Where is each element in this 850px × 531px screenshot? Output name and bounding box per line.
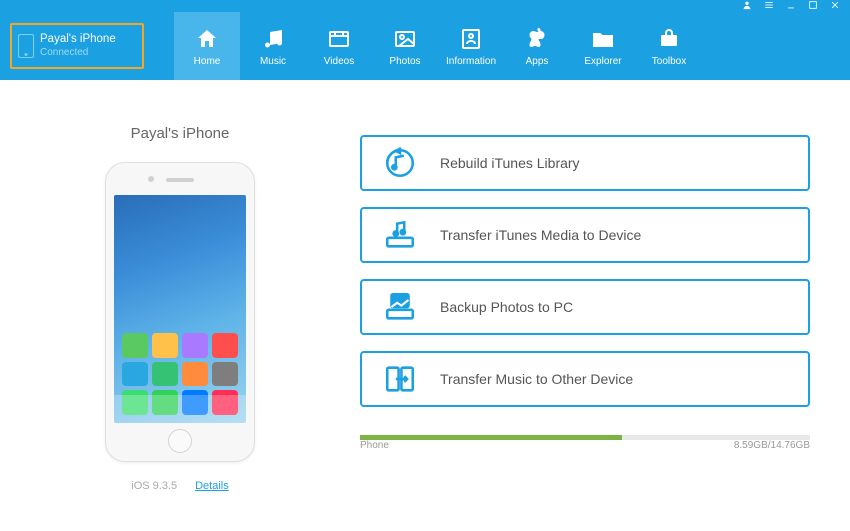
storage-values: 8.59GB/14.76GB xyxy=(734,440,810,451)
app-icon xyxy=(212,333,238,358)
nav-home[interactable]: Home xyxy=(174,12,240,80)
app-icon xyxy=(122,362,148,387)
storage-header: Phone 8.59GB/14.76GB xyxy=(360,440,810,451)
nav-label: Information xyxy=(446,56,496,67)
device-text: Payal's iPhone Connected xyxy=(40,33,116,59)
device-name: Payal's iPhone xyxy=(40,33,116,47)
app-icon xyxy=(122,333,148,358)
app-icon xyxy=(152,362,178,387)
nav-explorer[interactable]: Explorer xyxy=(570,12,636,80)
nav-label: Videos xyxy=(324,56,354,67)
phone-screen xyxy=(114,195,246,423)
nav-music[interactable]: Music xyxy=(240,12,306,80)
transfer-media-icon xyxy=(382,217,418,253)
os-version: iOS 9.3.5 xyxy=(131,480,177,492)
phone-title: Payal's iPhone xyxy=(131,125,230,142)
app-icon xyxy=(182,362,208,387)
app-icon xyxy=(152,333,178,358)
user-icon[interactable] xyxy=(742,0,752,13)
close-icon[interactable] xyxy=(830,0,840,13)
home-icon xyxy=(195,26,219,52)
nav-videos[interactable]: Videos xyxy=(306,12,372,80)
action-label: Backup Photos to PC xyxy=(440,299,573,315)
maximize-icon[interactable] xyxy=(808,0,818,13)
main-nav: Home Music Videos Photos Information App… xyxy=(174,12,702,80)
action-label: Rebuild iTunes Library xyxy=(440,155,580,171)
minimize-icon[interactable] xyxy=(786,0,796,13)
top-bar: Payal's iPhone Connected Home Music Vide… xyxy=(0,12,850,80)
nav-apps[interactable]: Apps xyxy=(504,12,570,80)
storage-section: Phone 8.59GB/14.76GB xyxy=(360,435,810,451)
connected-device-box[interactable]: Payal's iPhone Connected xyxy=(10,23,144,69)
phone-dock xyxy=(114,395,246,423)
nav-label: Home xyxy=(194,56,221,67)
app-icon xyxy=(182,333,208,358)
apps-icon xyxy=(525,26,549,52)
phone-home-button xyxy=(168,429,192,453)
videos-icon xyxy=(327,26,351,52)
action-label: Transfer iTunes Media to Device xyxy=(440,227,641,243)
device-status: Connected xyxy=(40,47,116,59)
phone-icon xyxy=(18,34,34,58)
action-transfer-media[interactable]: Transfer iTunes Media to Device xyxy=(360,207,810,263)
explorer-icon xyxy=(591,26,615,52)
nav-label: Photos xyxy=(389,56,420,67)
storage-bar xyxy=(360,435,810,440)
toolbox-icon xyxy=(657,26,681,52)
rebuild-icon xyxy=(382,145,418,181)
information-icon xyxy=(459,26,483,52)
nav-toolbox[interactable]: Toolbox xyxy=(636,12,702,80)
nav-label: Explorer xyxy=(584,56,621,67)
action-label: Transfer Music to Other Device xyxy=(440,371,633,387)
nav-label: Music xyxy=(260,56,286,67)
actions-pane: Rebuild iTunes Library Transfer iTunes M… xyxy=(360,80,850,531)
storage-fill xyxy=(360,435,622,440)
menu-icon[interactable] xyxy=(764,0,774,13)
main-content: Payal's iPhone iOS 9.3.5 Details Rebuild… xyxy=(0,80,850,531)
nav-information[interactable]: Information xyxy=(438,12,504,80)
action-backup-photos[interactable]: Backup Photos to PC xyxy=(360,279,810,335)
phone-speaker xyxy=(166,178,194,182)
nav-photos[interactable]: Photos xyxy=(372,12,438,80)
phone-camera-dot xyxy=(148,176,154,182)
storage-label: Phone xyxy=(360,440,389,451)
action-rebuild-itunes[interactable]: Rebuild iTunes Library xyxy=(360,135,810,191)
nav-label: Toolbox xyxy=(652,56,686,67)
nav-label: Apps xyxy=(526,56,549,67)
details-link[interactable]: Details xyxy=(195,480,229,492)
photos-icon xyxy=(393,26,417,52)
phone-mockup xyxy=(105,162,255,462)
phone-meta: iOS 9.3.5 Details xyxy=(131,480,228,492)
action-transfer-music[interactable]: Transfer Music to Other Device xyxy=(360,351,810,407)
transfer-music-icon xyxy=(382,361,418,397)
window-titlebar xyxy=(0,0,850,12)
music-icon xyxy=(261,26,285,52)
backup-photos-icon xyxy=(382,289,418,325)
device-preview-pane: Payal's iPhone iOS 9.3.5 Details xyxy=(0,80,360,531)
app-icon xyxy=(212,362,238,387)
